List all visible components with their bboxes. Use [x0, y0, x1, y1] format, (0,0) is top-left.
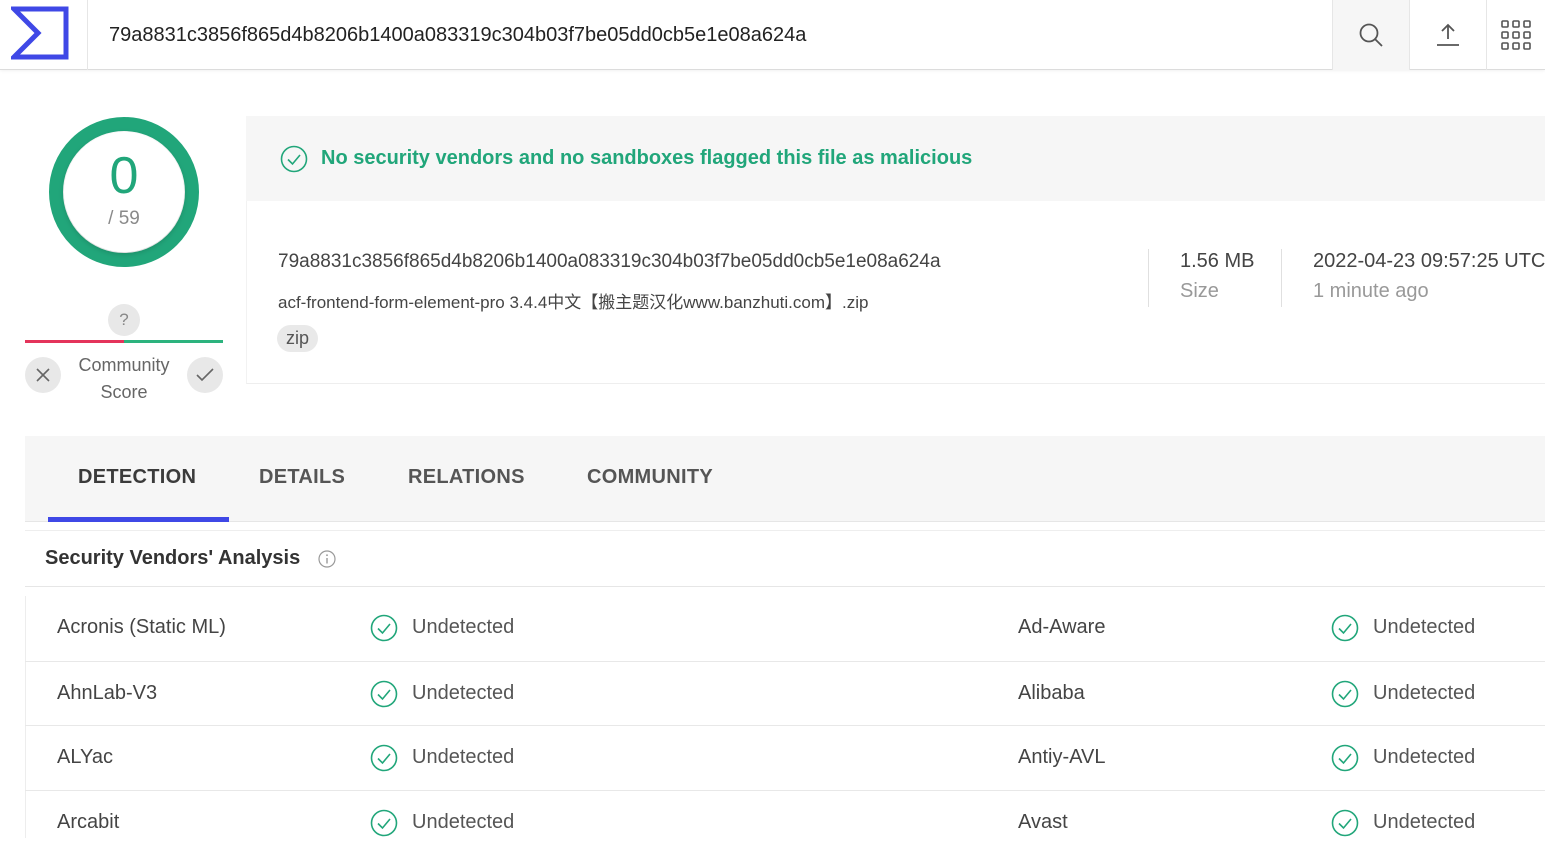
- vendors-table: Acronis (Static ML) Undetected Ad-Aware …: [25, 596, 1545, 854]
- community-unknown-marker: ?: [108, 304, 140, 336]
- vendor-name: Acronis (Static ML): [57, 616, 226, 639]
- vendor-result: Undetected: [412, 811, 514, 834]
- file-name: acf-frontend-form-element-pro 3.4.4中文【搬主…: [278, 288, 868, 313]
- search-icon: [1358, 22, 1384, 48]
- analysis-date-relative: 1 minute ago: [1313, 280, 1429, 303]
- tab-details[interactable]: DETAILS: [259, 436, 345, 522]
- vendor-result: Undetected: [1373, 811, 1475, 834]
- vendor-name: AhnLab-V3: [57, 682, 157, 705]
- vendor-result: Undetected: [1373, 616, 1475, 639]
- verdict-banner: No security vendors and no sandboxes fla…: [246, 116, 1545, 201]
- check-circle-icon: [370, 680, 398, 708]
- file-size-label: Size: [1180, 280, 1219, 303]
- upload-icon: [1435, 22, 1461, 48]
- analysis-date-value: 2022-04-23 09:57:25 UTC: [1313, 250, 1545, 273]
- check-circle-icon: [370, 744, 398, 772]
- logo[interactable]: [0, 0, 88, 70]
- checkmark-icon: [196, 368, 214, 382]
- community-label-line2: Score: [62, 379, 186, 406]
- check-circle-icon: [1331, 614, 1359, 642]
- search-button[interactable]: [1332, 0, 1409, 70]
- file-type-tag[interactable]: zip: [277, 325, 318, 352]
- apps-menu-button[interactable]: [1486, 0, 1545, 70]
- file-info-card: 79a8831c3856f865d4b8206b1400a083319c304b…: [246, 201, 1545, 384]
- check-circle-icon: [1331, 680, 1359, 708]
- vendor-name: Antiy-AVL: [1018, 746, 1105, 769]
- community-score-label: Community Score: [62, 352, 186, 406]
- community-bar-positive: [124, 340, 223, 343]
- vote-harmless-button[interactable]: [187, 357, 223, 393]
- table-row: ALYac Undetected Antiy-AVL Undetected: [25, 725, 1545, 790]
- apps-grid-icon: [1501, 20, 1531, 50]
- divider: [1281, 249, 1282, 307]
- divider: [1148, 249, 1149, 307]
- vendor-name: Arcabit: [57, 811, 119, 834]
- check-circle-icon: [280, 145, 308, 173]
- vendor-name: Avast: [1018, 811, 1068, 834]
- upload-button[interactable]: [1409, 0, 1486, 70]
- table-row: Acronis (Static ML) Undetected Ad-Aware …: [25, 596, 1545, 661]
- report-tabs: DETECTION DETAILS RELATIONS COMMUNITY: [25, 436, 1545, 522]
- section-header: Security Vendors' Analysis: [25, 530, 1545, 587]
- tab-detection[interactable]: DETECTION: [78, 436, 196, 522]
- file-hash[interactable]: 79a8831c3856f865d4b8206b1400a083319c304b…: [278, 251, 941, 273]
- check-circle-icon: [1331, 744, 1359, 772]
- tab-community[interactable]: COMMUNITY: [587, 436, 713, 522]
- vendor-result: Undetected: [412, 746, 514, 769]
- vendor-result: Undetected: [1373, 746, 1475, 769]
- file-size-value: 1.56 MB: [1180, 250, 1254, 273]
- verdict-message: No security vendors and no sandboxes fla…: [321, 147, 972, 170]
- vendor-name: ALYac: [57, 746, 113, 769]
- top-bar: [0, 0, 1545, 70]
- detections-count: 0: [48, 146, 200, 206]
- community-bar-negative: [25, 340, 124, 343]
- active-tab-indicator: [48, 517, 229, 522]
- detection-score: 0 / 59: [48, 116, 200, 268]
- check-circle-icon: [370, 614, 398, 642]
- vendor-name: Ad-Aware: [1018, 616, 1105, 639]
- section-title: Security Vendors' Analysis: [45, 547, 300, 570]
- info-icon[interactable]: [318, 550, 336, 568]
- vendor-result: Undetected: [412, 616, 514, 639]
- close-icon: [36, 368, 50, 382]
- virustotal-logo-icon[interactable]: [11, 6, 69, 60]
- tab-relations[interactable]: RELATIONS: [408, 436, 525, 522]
- table-row: Arcabit Undetected Avast Undetected: [25, 790, 1545, 854]
- vote-harmful-button[interactable]: [25, 357, 61, 393]
- check-circle-icon: [370, 809, 398, 837]
- vendor-result: Undetected: [412, 682, 514, 705]
- table-row: AhnLab-V3 Undetected Alibaba Undetected: [25, 661, 1545, 726]
- engines-total: / 59: [48, 208, 200, 230]
- search-input[interactable]: [88, 0, 1332, 70]
- vendor-name: Alibaba: [1018, 682, 1085, 705]
- community-label-line1: Community: [62, 352, 186, 379]
- check-circle-icon: [1331, 809, 1359, 837]
- vendor-result: Undetected: [1373, 682, 1475, 705]
